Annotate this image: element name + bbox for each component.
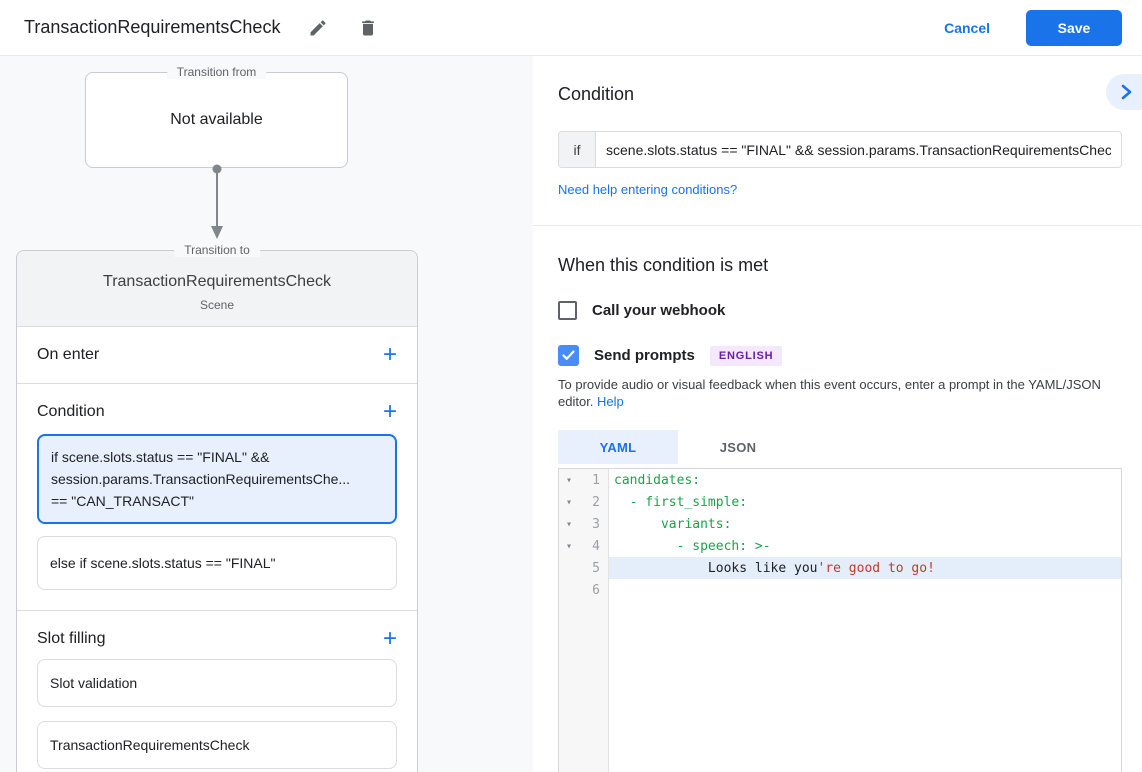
editor-tabs: YAML JSON xyxy=(558,430,1122,464)
pencil-icon xyxy=(308,18,328,38)
transition-arrow xyxy=(205,162,229,242)
slot-filling-section: Slot filling + Slot validation Transacti… xyxy=(17,611,417,772)
add-on-enter-button[interactable]: + xyxy=(383,345,397,365)
condition-label: Condition xyxy=(37,403,105,421)
save-button[interactable]: Save xyxy=(1026,10,1122,46)
condition-card[interactable]: else if scene.slots.status == "FINAL" xyxy=(37,536,397,590)
condition-heading: Condition xyxy=(558,84,1122,105)
fold-toggle-icon[interactable]: ▾ xyxy=(559,541,579,552)
conditions-help-link[interactable]: Need help entering conditions? xyxy=(558,182,737,197)
editor-line-active: 5 Looks like you're good to go! xyxy=(559,557,1121,579)
slot-card-validation[interactable]: Slot validation xyxy=(37,659,397,707)
line-number: 4 xyxy=(579,539,608,554)
language-badge: ENGLISH xyxy=(710,346,783,366)
condition-expression-input[interactable] xyxy=(596,132,1121,167)
line-number: 6 xyxy=(579,583,608,598)
scene-name: TransactionRequirementsCheck xyxy=(33,273,401,291)
scene-card-header: TransactionRequirementsCheck Scene xyxy=(17,251,417,327)
line-number: 2 xyxy=(579,495,608,510)
yaml-token: Looks like you xyxy=(614,561,818,576)
on-enter-label: On enter xyxy=(37,346,99,364)
editor-line: ▾2 - first_simple: xyxy=(559,491,1121,513)
call-webhook-label[interactable]: Call your webhook xyxy=(592,302,725,319)
fold-toggle-icon[interactable]: ▾ xyxy=(559,497,579,508)
prompt-help-link[interactable]: Help xyxy=(597,394,624,409)
collapse-panel-button[interactable] xyxy=(1106,74,1142,110)
transition-canvas: Transition from Not available Transition… xyxy=(0,56,533,772)
transition-to-legend: Transition to xyxy=(174,243,260,257)
yaml-token: candidates: xyxy=(614,473,700,488)
webhook-row: Call your webhook xyxy=(558,301,1122,320)
call-webhook-checkbox[interactable] xyxy=(558,301,577,320)
fold-toggle-icon[interactable]: ▾ xyxy=(559,519,579,530)
slot-filling-label: Slot filling xyxy=(37,630,105,648)
yaml-token: - first_simple: xyxy=(614,495,747,510)
scene-card: Transition to TransactionRequirementsChe… xyxy=(16,250,418,772)
send-prompts-row: Send prompts ENGLISH xyxy=(558,345,1122,366)
yaml-code-editor[interactable]: ▾1 candidates: ▾2 - first_simple: ▾3 var… xyxy=(558,468,1122,772)
scene-type-label: Scene xyxy=(33,298,401,312)
page-title: TransactionRequirementsCheck xyxy=(24,17,280,38)
line-number: 1 xyxy=(579,473,608,488)
condition-input-group: if xyxy=(558,131,1122,168)
add-condition-button[interactable]: + xyxy=(383,402,397,422)
editor-line: ▾4 - speech: >- xyxy=(559,535,1121,557)
trash-icon xyxy=(358,18,378,38)
editor-line: ▾1 candidates: xyxy=(559,469,1121,491)
checkmark-icon xyxy=(562,350,575,361)
prompt-description: To provide audio or visual feedback when… xyxy=(558,376,1122,410)
editor-line: ▾3 variants: xyxy=(559,513,1121,535)
condition-section: Condition + if scene.slots.status == "FI… xyxy=(17,384,417,611)
chevron-right-icon xyxy=(1121,84,1132,100)
fold-toggle-icon[interactable]: ▾ xyxy=(559,475,579,486)
yaml-token: - speech: >- xyxy=(614,539,771,554)
condition-editor-panel: Condition if Need help entering conditio… xyxy=(533,56,1142,772)
transition-from-value: Not available xyxy=(86,111,347,129)
yaml-token: variants: xyxy=(614,517,731,532)
when-condition-heading: When this condition is met xyxy=(558,255,1122,276)
line-number: 3 xyxy=(579,517,608,532)
transition-from-box: Transition from Not available xyxy=(85,72,348,168)
line-number: 5 xyxy=(579,561,608,576)
editor-empty-area[interactable] xyxy=(559,601,1121,772)
tab-yaml[interactable]: YAML xyxy=(558,430,678,464)
condition-card-selected[interactable]: if scene.slots.status == "FINAL" && sess… xyxy=(37,434,397,524)
panel-divider xyxy=(533,225,1142,226)
transition-from-legend: Transition from xyxy=(167,65,267,79)
editor-line: 6 xyxy=(559,579,1121,601)
tab-json[interactable]: JSON xyxy=(678,430,798,464)
slot-card-transaction[interactable]: TransactionRequirementsCheck xyxy=(37,721,397,769)
on-enter-section: On enter + xyxy=(17,327,417,384)
add-slot-button[interactable]: + xyxy=(383,629,397,649)
if-prefix-label: if xyxy=(559,132,596,167)
cancel-button[interactable]: Cancel xyxy=(944,20,990,36)
send-prompts-label[interactable]: Send prompts xyxy=(594,347,695,364)
delete-scene-button[interactable] xyxy=(356,16,380,40)
top-bar: TransactionRequirementsCheck Cancel Save xyxy=(0,0,1142,56)
edit-name-button[interactable] xyxy=(306,16,330,40)
send-prompts-checkbox[interactable] xyxy=(558,345,579,366)
yaml-token: 're good to go! xyxy=(818,561,935,576)
